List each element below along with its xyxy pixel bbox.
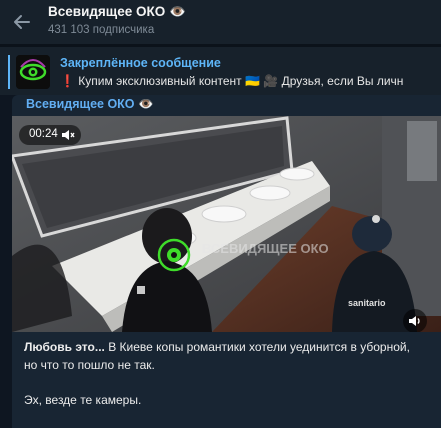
video-duration-badge[interactable]: 00:24 [19,125,81,145]
video-watermark: ВСЕВИДЯЩЕЕ ОКО [202,241,329,256]
caption-bold: Любовь это... [24,340,105,354]
arrow-left-icon[interactable] [11,11,33,33]
sound-toggle-button[interactable] [403,309,427,332]
subscriber-count: 431 103 подписчика [48,24,155,36]
speaker-muted-icon [62,130,75,140]
caption-paragraph-2: Эх, везде те камеры. [24,393,142,407]
post-caption: Любовь это... В Киеве копы романтики хот… [24,338,424,409]
video-duration: 00:24 [29,128,58,140]
channel-title[interactable]: Всевидящее ОКО 👁️ [48,4,186,20]
pinned-preview: ❗ Купим эксклюзивный контент 🇺🇦 🎥 Друзья… [60,74,441,88]
speaker-icon [409,316,420,326]
caption-paragraph-1: Любовь это... В Киеве копы романтики хот… [24,338,424,374]
pinned-indicator [8,55,10,89]
chat-header: Всевидящее ОКО 👁️ 431 103 подписчика [0,0,441,44]
pinned-preview-text: Купим эксклюзивный контент 🇺🇦 🎥 Друзья, … [78,74,404,88]
channel-logo-thumbnail [16,55,50,89]
message-bubble: Всевидящее ОКО 👁️ ВСЕВИДЯЩЕЕ ОКО sanitar… [12,95,441,428]
sanitario-label: sanitario [348,298,386,308]
pinned-message-bar[interactable]: Закреплённое сообщение ❗ Купим эксклюзив… [0,47,441,95]
pinned-title: Закреплённое сообщение [60,56,221,70]
exclamation-icon: ❗ [60,74,75,88]
author-name: Всевидящее ОКО [26,97,135,111]
eye-emoji: 👁️ [168,4,186,19]
channel-name: Всевидящее ОКО [48,4,166,19]
post-author[interactable]: Всевидящее ОКО 👁️ [26,97,154,112]
author-emoji: 👁️ [138,97,154,111]
video-player[interactable]: ВСЕВИДЯЩЕЕ ОКО sanitario 00:24 [12,116,441,332]
